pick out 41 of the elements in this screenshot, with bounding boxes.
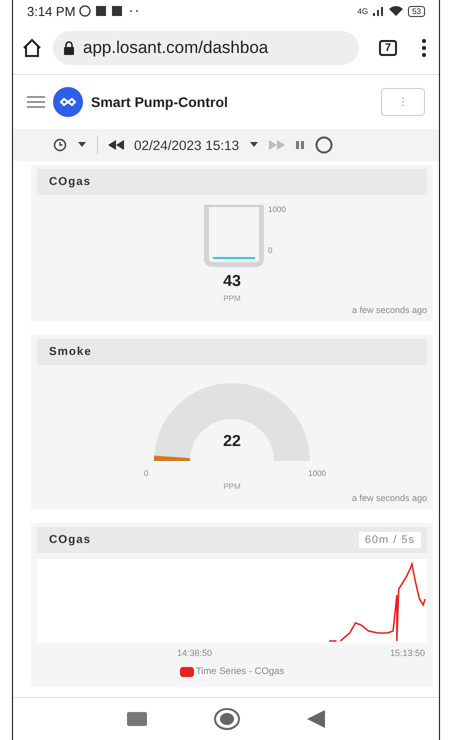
- axis-label: 15:13:50: [390, 648, 425, 658]
- url-text: app.losant.com/dashboa: [83, 38, 268, 58]
- max-label: 1000: [268, 205, 287, 214]
- unit-label: PPM: [222, 482, 242, 491]
- clock-time: 3:14 PM: [27, 4, 76, 18]
- wifi-icon: [388, 5, 404, 17]
- rewind-icon[interactable]: [108, 140, 124, 150]
- refresh-icon[interactable]: [315, 136, 334, 154]
- back-icon[interactable]: [307, 710, 326, 728]
- gauge-fill: [154, 456, 190, 461]
- battery-level: 53: [408, 6, 425, 16]
- widget-title: COgas: [49, 534, 92, 546]
- signal-icon: [372, 5, 384, 17]
- min-label: 0: [144, 469, 148, 478]
- caret-icon[interactable]: [249, 142, 260, 148]
- lock-icon: [63, 41, 75, 55]
- dashboard-title: Smart Pump-Control: [91, 94, 228, 110]
- widget-title: COgas: [49, 176, 92, 188]
- updated-time: a few seconds ago: [350, 493, 427, 503]
- caret-icon[interactable]: [77, 142, 87, 148]
- recents-icon[interactable]: [126, 712, 147, 726]
- min-label: 0: [268, 246, 274, 255]
- date-picker[interactable]: 02/24/2023 15:13: [134, 138, 240, 152]
- unit-label: PPM: [222, 294, 242, 303]
- home-icon[interactable]: [21, 37, 43, 59]
- range-label: 60m / 5s: [358, 532, 421, 548]
- value-reading: 22: [222, 433, 242, 451]
- pause-icon[interactable]: [295, 140, 306, 150]
- address-bar[interactable]: app.losant.com/dashboa: [53, 31, 359, 65]
- tab-count-button[interactable]: 7: [378, 40, 397, 56]
- axis-label: 14:38:50: [177, 648, 212, 658]
- network-type: 4G: [357, 6, 368, 16]
- menu-icon[interactable]: [421, 38, 427, 58]
- logo-icon: [53, 87, 83, 117]
- clock-icon[interactable]: [53, 138, 67, 152]
- updated-time: a few seconds ago: [350, 305, 427, 315]
- options-button[interactable]: ⋮: [381, 88, 425, 116]
- value-reading: 43: [222, 273, 242, 291]
- widget-title: Smoke: [49, 346, 92, 358]
- max-label: 1000: [308, 469, 326, 478]
- legend-label: Time Series - COgas: [196, 666, 284, 677]
